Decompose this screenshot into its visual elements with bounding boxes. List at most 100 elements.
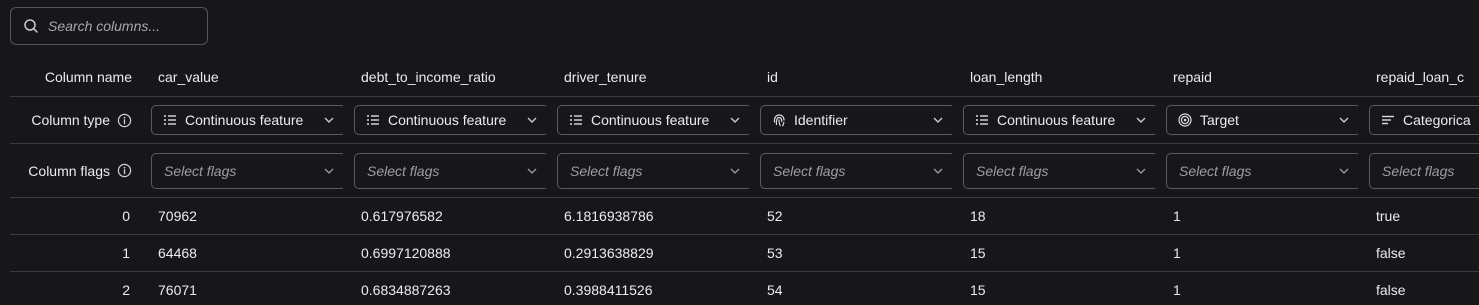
flags-select[interactable]: Select flags [354,152,546,189]
table-cell: 0.6997120888 [361,245,451,261]
search-box[interactable] [10,7,208,45]
flags-cell: Select flags [140,152,343,189]
table-cell: 54 [767,282,783,298]
table-row: 0 70962 0.617976582 6.1816938786 52 18 1… [10,197,1479,234]
flags-select[interactable]: Select flags [760,152,952,189]
column-header: loan_length [970,69,1043,85]
chevron-down-icon [933,117,943,123]
type-cell: Categorica [1358,105,1479,135]
flags-placeholder: Select flags [773,162,846,179]
dataset-columns-page: Column name car_value debt_to_income_rat… [0,0,1479,305]
chevron-down-icon [933,168,943,174]
column-type-select[interactable]: Continuous feature [151,105,343,135]
table-cell: 0.6834887263 [361,282,451,298]
column-header: repaid_loan_c [1376,69,1464,85]
flags-select[interactable]: Select flags [1166,152,1358,189]
fingerprint-icon [773,114,785,127]
table-cell: false [1376,245,1406,261]
table-cell: 0.617976582 [361,208,443,224]
table-cell: 1 [1173,245,1181,261]
flags-cell: Select flags [1358,152,1479,189]
flags-select[interactable]: Select flags [963,152,1155,189]
lines-icon [1382,115,1394,125]
flags-cell: Select flags [1155,152,1358,189]
table-cell: 1 [1173,282,1181,298]
table-cell: 70962 [158,208,197,224]
type-cell: Continuous feature [952,105,1155,135]
column-type-select[interactable]: Identifier [760,105,952,135]
table-row: 1 64468 0.6997120888 0.2913638829 53 15 … [10,234,1479,271]
column-type-row: Column type Continuous feature Continuou… [10,96,1479,143]
type-cell: Continuous feature [546,105,749,135]
column-flags-label-cell: Column flags [10,163,140,179]
list-icon [367,115,379,125]
table-cell: 53 [767,245,783,261]
flags-placeholder: Select flags [976,162,1049,179]
row-index: 1 [122,245,130,261]
flags-cell: Select flags [343,152,546,189]
columns-table: Column name car_value debt_to_income_rat… [10,58,1479,305]
type-cell: Target [1155,105,1358,135]
column-type-value: Identifier [794,112,848,128]
table-cell: 15 [970,245,986,261]
chevron-down-icon [527,117,537,123]
table-cell: 18 [970,208,986,224]
table-cell: true [1376,208,1401,224]
target-icon [1178,113,1192,127]
search-input[interactable] [48,18,198,34]
column-type-select[interactable]: Categorica [1369,105,1479,135]
chevron-down-icon [1339,117,1349,123]
table-cell: 76071 [158,282,197,298]
flags-cell: Select flags [546,152,749,189]
flags-cell: Select flags [749,152,952,189]
column-name-label: Column name [44,69,132,85]
info-icon[interactable] [117,163,132,178]
column-flags-label: Column flags [28,162,110,179]
column-header: driver_tenure [564,69,647,85]
flags-placeholder: Select flags [1382,162,1455,179]
table-cell: 1 [1173,208,1181,224]
column-type-select[interactable]: Target [1166,105,1358,135]
column-type-value: Categorica [1403,112,1471,128]
table-cell: 52 [767,208,783,224]
column-type-value: Continuous feature [997,112,1116,128]
column-type-select[interactable]: Continuous feature [557,105,749,135]
chevron-down-icon [1136,117,1146,123]
type-cell: Continuous feature [343,105,546,135]
table-cell: 64468 [158,245,197,261]
column-type-value: Continuous feature [591,112,710,128]
chevron-down-icon [730,117,740,123]
table-cell: 0.2913638829 [564,245,654,261]
column-type-value: Target [1200,112,1239,128]
column-type-select[interactable]: Continuous feature [963,105,1155,135]
chevron-down-icon [324,168,334,174]
column-type-label: Column type [31,112,110,128]
list-icon [976,115,988,125]
flags-select[interactable]: Select flags [151,152,343,189]
column-header: repaid [1173,69,1212,85]
chevron-down-icon [730,168,740,174]
column-type-value: Continuous feature [185,112,304,128]
column-header: id [767,69,778,85]
chevron-down-icon [1136,168,1146,174]
column-type-label-cell: Column type [10,112,140,128]
table-row: 2 76071 0.6834887263 0.3988411526 54 15 … [10,271,1479,305]
column-header: debt_to_income_ratio [361,69,496,85]
info-icon[interactable] [117,113,132,128]
table-cell: 6.1816938786 [564,208,654,224]
row-index: 0 [122,208,130,224]
column-type-select[interactable]: Continuous feature [354,105,546,135]
flags-placeholder: Select flags [570,162,643,179]
flags-select[interactable]: Select flags [1369,152,1479,189]
column-type-value: Continuous feature [388,112,507,128]
table-cell: false [1376,282,1406,298]
flags-select[interactable]: Select flags [557,152,749,189]
type-cell: Continuous feature [140,105,343,135]
column-name-row: Column name car_value debt_to_income_rat… [10,58,1479,96]
list-icon [164,115,176,125]
flags-placeholder: Select flags [1179,162,1252,179]
table-cell: 15 [970,282,986,298]
flags-placeholder: Select flags [367,162,440,179]
search-icon [24,19,38,33]
column-flags-row: Column flags Select flags Select flags S… [10,143,1479,197]
